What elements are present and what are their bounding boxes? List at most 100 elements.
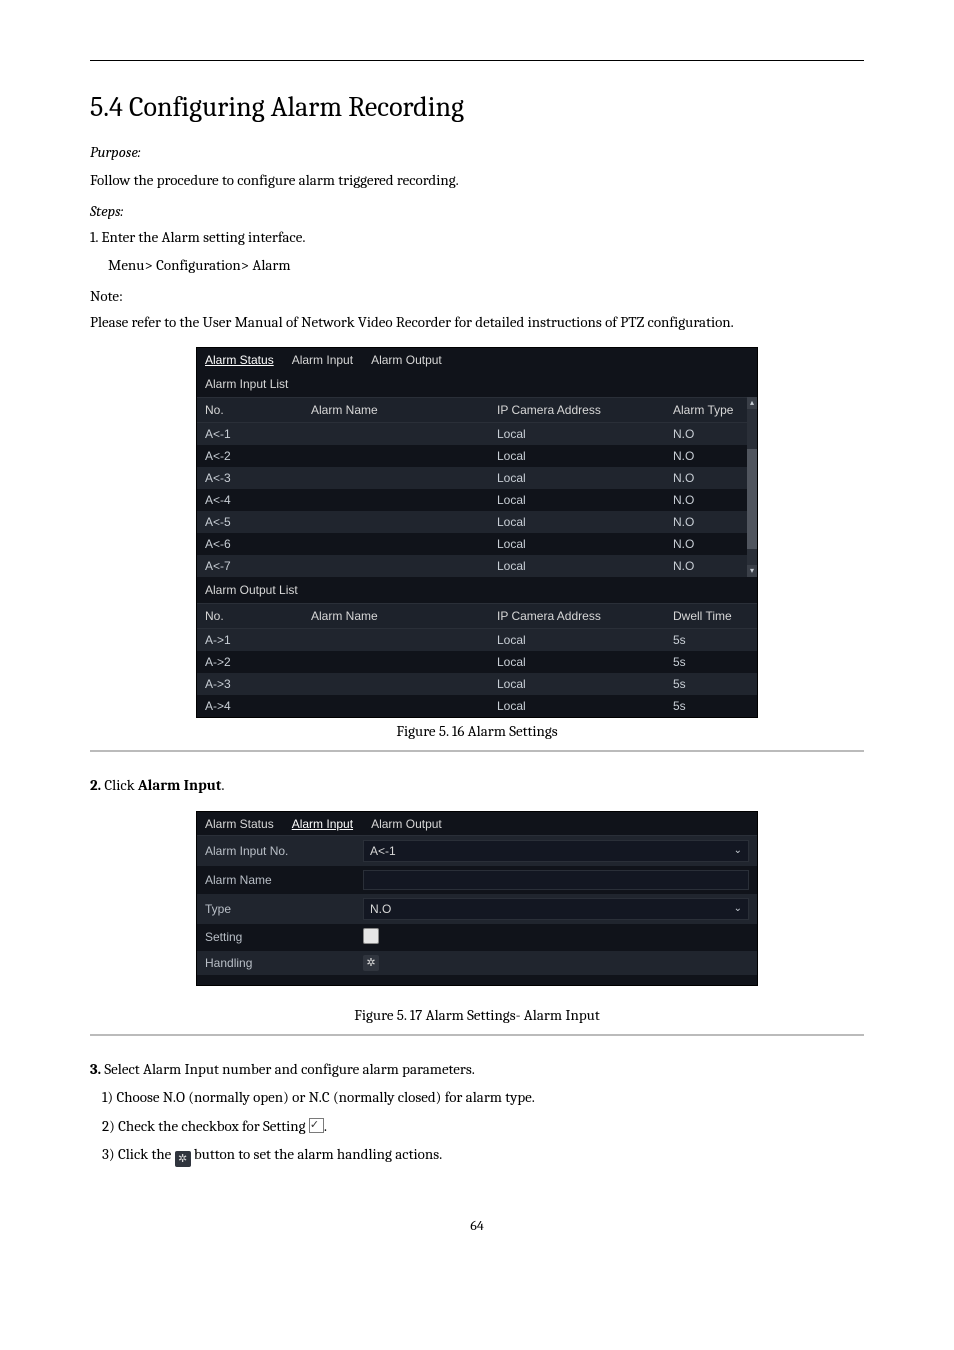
alarm-input-table: No. Alarm Name IP Camera Address Alarm T…: [197, 397, 757, 577]
steps-label: Steps:: [90, 202, 864, 220]
page-number: 64: [90, 1217, 864, 1234]
col-header-no: No.: [197, 398, 303, 423]
cell-addr: Local: [489, 673, 665, 695]
select-value: N.O: [370, 902, 391, 916]
cell-name: [303, 533, 489, 555]
row-alarm-input-no: Alarm Input No. A<-1 ⌄: [197, 836, 757, 866]
select-value: A<-1: [370, 844, 396, 858]
scroll-up-icon[interactable]: ▴: [747, 397, 757, 409]
cell-no: A<-1: [197, 423, 303, 446]
sub2-a: 2) Check the checkbox for Setting: [102, 1117, 309, 1135]
checkbox-setting[interactable]: [363, 928, 379, 944]
select-alarm-input-no[interactable]: A<-1 ⌄: [363, 840, 749, 862]
cell-addr: Local: [489, 489, 665, 511]
cell-addr: Local: [489, 651, 665, 673]
select-type[interactable]: N.O ⌄: [363, 898, 749, 920]
scrollbar-track[interactable]: ▴ ▾: [747, 397, 757, 577]
row-alarm-name: Alarm Name: [197, 866, 757, 894]
cell-name: [303, 555, 489, 577]
table-row[interactable]: A<-3LocalN.O: [197, 467, 757, 489]
step-1: 1. Enter the Alarm setting interface.: [90, 226, 864, 249]
step-3-num: 3.: [90, 1060, 101, 1078]
table-row[interactable]: A<-6LocalN.O: [197, 533, 757, 555]
gear-icon[interactable]: ✲: [363, 955, 379, 971]
cell-dwell: 5s: [665, 673, 757, 695]
cell-dwell: 5s: [665, 695, 757, 717]
cell-name: [303, 423, 489, 446]
cell-addr: Local: [489, 695, 665, 717]
tab-alarm-input[interactable]: Alarm Input: [292, 353, 353, 367]
table-row[interactable]: A<-7LocalN.O: [197, 555, 757, 577]
tab-alarm-status[interactable]: Alarm Status: [205, 817, 274, 831]
figure-divider: [90, 1034, 864, 1036]
header-rule: [90, 60, 864, 61]
cell-addr: Local: [489, 467, 665, 489]
cell-no: A<-6: [197, 533, 303, 555]
tabs-bar: Alarm Status Alarm Input Alarm Output: [197, 348, 757, 371]
cell-no: A->1: [197, 629, 303, 652]
step-2-text: Click: [104, 776, 138, 794]
alarm-input-form-screenshot: Alarm Status Alarm Input Alarm Output Al…: [196, 811, 758, 986]
gear-icon: ✲: [175, 1151, 191, 1167]
tab-alarm-output[interactable]: Alarm Output: [371, 353, 442, 367]
step-3: 3. Select Alarm Input number and configu…: [90, 1058, 864, 1081]
alarm-input-list-title: Alarm Input List: [197, 371, 757, 397]
cell-type: N.O: [665, 467, 757, 489]
tab-alarm-input[interactable]: Alarm Input: [292, 817, 353, 831]
cell-name: [303, 445, 489, 467]
bold-alarm-input: Alarm Input: [138, 776, 221, 794]
col-header-type: Alarm Type: [665, 398, 757, 423]
cell-type: N.O: [665, 555, 757, 577]
cell-name: [303, 695, 489, 717]
table-row[interactable]: A->4 Local5s: [197, 695, 757, 717]
table-row[interactable]: A->3 Local5s: [197, 673, 757, 695]
cell-addr: Local: [489, 423, 665, 446]
chevron-down-icon: ⌄: [734, 845, 742, 856]
cell-no: A<-2: [197, 445, 303, 467]
cell-type: N.O: [665, 445, 757, 467]
row-setting: Setting: [197, 924, 757, 951]
table-row[interactable]: A->2Local5s: [197, 651, 757, 673]
alarm-output-table: No. Alarm Name IP Camera Address Dwell T…: [197, 603, 757, 717]
tab-alarm-output[interactable]: Alarm Output: [371, 817, 442, 831]
col-header-addr: IP Camera Address: [489, 604, 665, 629]
sub3-b: button to set the alarm handling actions…: [191, 1145, 443, 1163]
col-header-name: Alarm Name: [303, 398, 489, 423]
cell-name: [303, 629, 489, 652]
figure-caption-1: Figure 5. 16 Alarm Settings: [90, 722, 864, 740]
section-heading: 5.4 Configuring Alarm Recording: [90, 91, 864, 123]
step-3-sub1: 1) Choose N.O (normally open) or N.C (no…: [102, 1086, 864, 1109]
table-row[interactable]: A->1 Local5s: [197, 629, 757, 652]
cell-type: N.O: [665, 533, 757, 555]
table-row[interactable]: A<-4LocalN.O: [197, 489, 757, 511]
table-row[interactable]: A<-2LocalN.O: [197, 445, 757, 467]
cell-type: N.O: [665, 423, 757, 446]
col-header-no: No.: [197, 604, 303, 629]
cell-addr: Local: [489, 629, 665, 652]
step-2-period: .: [221, 776, 224, 794]
alarm-output-list-title: Alarm Output List: [197, 577, 757, 603]
cell-no: A<-7: [197, 555, 303, 577]
label-type: Type: [205, 902, 355, 916]
cell-no: A<-5: [197, 511, 303, 533]
tab-alarm-status[interactable]: Alarm Status: [205, 353, 274, 367]
alarm-settings-screenshot: Alarm Status Alarm Input Alarm Output Al…: [196, 347, 758, 718]
cell-dwell: 5s: [665, 629, 757, 652]
purpose-text: Follow the procedure to configure alarm …: [90, 169, 864, 192]
cell-no: A->3: [197, 673, 303, 695]
table-row[interactable]: A<-5LocalN.O: [197, 511, 757, 533]
table-row[interactable]: A<-1 LocalN.O: [197, 423, 757, 446]
input-alarm-name[interactable]: [363, 870, 749, 890]
figure-caption-2: Figure 5. 17 Alarm Settings- Alarm Input: [90, 1006, 864, 1024]
cell-no: A->2: [197, 651, 303, 673]
scroll-down-icon[interactable]: ▾: [747, 565, 757, 577]
row-handling: Handling ✲: [197, 951, 757, 975]
cell-no: A<-4: [197, 489, 303, 511]
label-alarm-input-no: Alarm Input No.: [205, 844, 355, 858]
label-setting: Setting: [205, 930, 355, 944]
step-2: 2. Click Alarm Input.: [90, 774, 864, 797]
sub3-a: 3) Click the: [102, 1145, 175, 1163]
scrollbar-thumb[interactable]: [747, 449, 757, 549]
label-handling: Handling: [205, 956, 355, 970]
cell-no: A->4: [197, 695, 303, 717]
